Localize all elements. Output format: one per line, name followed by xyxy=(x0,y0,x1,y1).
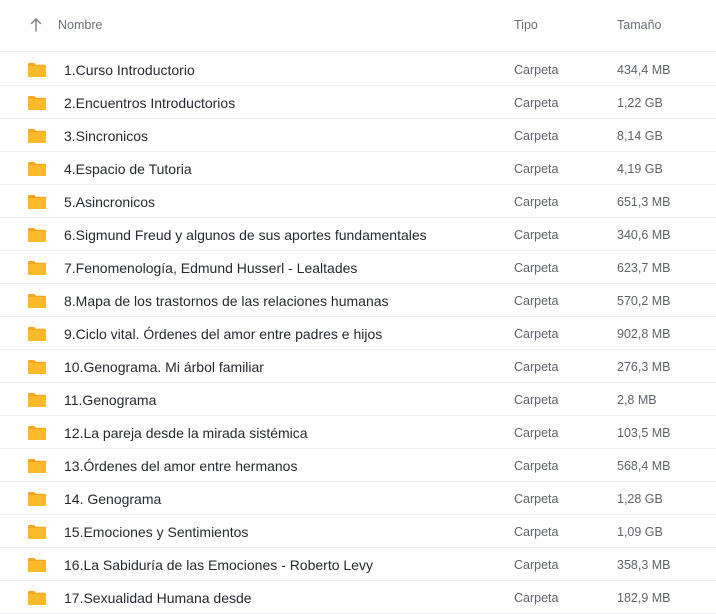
folder-type: Carpeta xyxy=(514,360,559,374)
folder-name[interactable]: 17.Sexualidad Humana desde xyxy=(64,590,252,606)
folder-size: 570,2 MB xyxy=(617,294,671,308)
folder-type: Carpeta xyxy=(514,591,559,605)
folder-type: Carpeta xyxy=(514,558,559,572)
folder-type: Carpeta xyxy=(514,96,559,110)
folder-icon xyxy=(27,491,47,507)
list-header: Nombre Tipo Tamaño xyxy=(0,0,716,52)
folder-row-17[interactable]: 17.Sexualidad Humana desde Carpeta 182,9… xyxy=(0,582,716,614)
arrow-up-icon[interactable] xyxy=(28,15,44,35)
folder-name[interactable]: 15.Emociones y Sentimientos xyxy=(64,524,248,540)
folder-size: 651,3 MB xyxy=(617,195,671,209)
folder-icon xyxy=(27,590,47,606)
folder-type: Carpeta xyxy=(514,63,559,77)
folder-icon xyxy=(27,128,47,144)
folder-icon xyxy=(27,293,47,309)
folder-type: Carpeta xyxy=(514,228,559,242)
folder-type: Carpeta xyxy=(514,294,559,308)
folder-name[interactable]: 16.La Sabiduría de las Emociones - Rober… xyxy=(64,557,373,573)
folder-type: Carpeta xyxy=(514,459,559,473)
folder-size: 4,19 GB xyxy=(617,162,663,176)
folder-row-11[interactable]: 11.Genograma Carpeta 2,8 MB xyxy=(0,384,716,416)
folder-row-3[interactable]: 3.Sincronicos Carpeta 8,14 GB xyxy=(0,120,716,152)
file-rows: 1.Curso Introductorio Carpeta 434,4 MB 2… xyxy=(0,54,716,614)
file-list: Nombre Tipo Tamaño 1.Curso Introductorio… xyxy=(0,0,716,614)
folder-name[interactable]: 2.Encuentros Introductorios xyxy=(64,95,235,111)
folder-icon xyxy=(27,194,47,210)
folder-icon xyxy=(27,425,47,441)
folder-size: 103,5 MB xyxy=(617,426,671,440)
folder-name[interactable]: 12.La pareja desde la mirada sistémica xyxy=(64,425,308,441)
folder-icon xyxy=(27,227,47,243)
folder-size: 358,3 MB xyxy=(617,558,671,572)
column-header-size[interactable]: Tamaño xyxy=(617,18,661,32)
column-header-name[interactable]: Nombre xyxy=(58,18,102,32)
folder-row-13[interactable]: 13.Órdenes del amor entre hermanos Carpe… xyxy=(0,450,716,482)
folder-name[interactable]: 13.Órdenes del amor entre hermanos xyxy=(64,458,297,474)
folder-icon xyxy=(27,95,47,111)
folder-name[interactable]: 8.Mapa de los trastornos de las relacion… xyxy=(64,293,389,309)
folder-name[interactable]: 6.Sigmund Freud y algunos de sus aportes… xyxy=(64,227,427,243)
folder-row-7[interactable]: 7.Fenomenología, Edmund Husserl - Lealta… xyxy=(0,252,716,284)
folder-row-9[interactable]: 9.Ciclo vital. Órdenes del amor entre pa… xyxy=(0,318,716,350)
folder-row-1[interactable]: 1.Curso Introductorio Carpeta 434,4 MB xyxy=(0,54,716,86)
folder-row-14[interactable]: 14. Genograma Carpeta 1,28 GB xyxy=(0,483,716,515)
folder-type: Carpeta xyxy=(514,426,559,440)
folder-type: Carpeta xyxy=(514,261,559,275)
folder-row-2[interactable]: 2.Encuentros Introductorios Carpeta 1,22… xyxy=(0,87,716,119)
folder-icon xyxy=(27,359,47,375)
folder-size: 340,6 MB xyxy=(617,228,671,242)
folder-size: 8,14 GB xyxy=(617,129,663,143)
folder-size: 1,22 GB xyxy=(617,96,663,110)
folder-type: Carpeta xyxy=(514,492,559,506)
folder-row-12[interactable]: 12.La pareja desde la mirada sistémica C… xyxy=(0,417,716,449)
folder-name[interactable]: 3.Sincronicos xyxy=(64,128,148,144)
folder-type: Carpeta xyxy=(514,162,559,176)
folder-icon xyxy=(27,161,47,177)
folder-row-8[interactable]: 8.Mapa de los trastornos de las relacion… xyxy=(0,285,716,317)
folder-icon xyxy=(27,392,47,408)
folder-type: Carpeta xyxy=(514,129,559,143)
folder-size: 2,8 MB xyxy=(617,393,657,407)
folder-size: 902,8 MB xyxy=(617,327,671,341)
folder-size: 1,09 GB xyxy=(617,525,663,539)
folder-icon xyxy=(27,260,47,276)
folder-size: 182,9 MB xyxy=(617,591,671,605)
folder-type: Carpeta xyxy=(514,327,559,341)
folder-icon xyxy=(27,326,47,342)
folder-size: 276,3 MB xyxy=(617,360,671,374)
folder-name[interactable]: 5.Asincronicos xyxy=(64,194,155,210)
folder-row-4[interactable]: 4.Espacio de Tutoria Carpeta 4,19 GB xyxy=(0,153,716,185)
folder-name[interactable]: 1.Curso Introductorio xyxy=(64,62,195,78)
folder-icon xyxy=(27,557,47,573)
folder-row-16[interactable]: 16.La Sabiduría de las Emociones - Rober… xyxy=(0,549,716,581)
column-header-type[interactable]: Tipo xyxy=(514,18,538,32)
folder-type: Carpeta xyxy=(514,195,559,209)
folder-name[interactable]: 7.Fenomenología, Edmund Husserl - Lealta… xyxy=(64,260,357,276)
folder-row-6[interactable]: 6.Sigmund Freud y algunos de sus aportes… xyxy=(0,219,716,251)
folder-name[interactable]: 11.Genograma xyxy=(64,392,156,408)
folder-icon xyxy=(27,524,47,540)
folder-row-15[interactable]: 15.Emociones y Sentimientos Carpeta 1,09… xyxy=(0,516,716,548)
folder-row-10[interactable]: 10.Genograma. Mi árbol familiar Carpeta … xyxy=(0,351,716,383)
folder-size: 434,4 MB xyxy=(617,63,671,77)
folder-type: Carpeta xyxy=(514,393,559,407)
folder-icon xyxy=(27,458,47,474)
folder-size: 568,4 MB xyxy=(617,459,671,473)
folder-name[interactable]: 14. Genograma xyxy=(64,491,161,507)
folder-name[interactable]: 9.Ciclo vital. Órdenes del amor entre pa… xyxy=(64,326,382,342)
folder-icon xyxy=(27,62,47,78)
folder-size: 623,7 MB xyxy=(617,261,671,275)
folder-name[interactable]: 10.Genograma. Mi árbol familiar xyxy=(64,359,264,375)
folder-row-5[interactable]: 5.Asincronicos Carpeta 651,3 MB xyxy=(0,186,716,218)
folder-size: 1,28 GB xyxy=(617,492,663,506)
folder-name[interactable]: 4.Espacio de Tutoria xyxy=(64,161,192,177)
folder-type: Carpeta xyxy=(514,525,559,539)
